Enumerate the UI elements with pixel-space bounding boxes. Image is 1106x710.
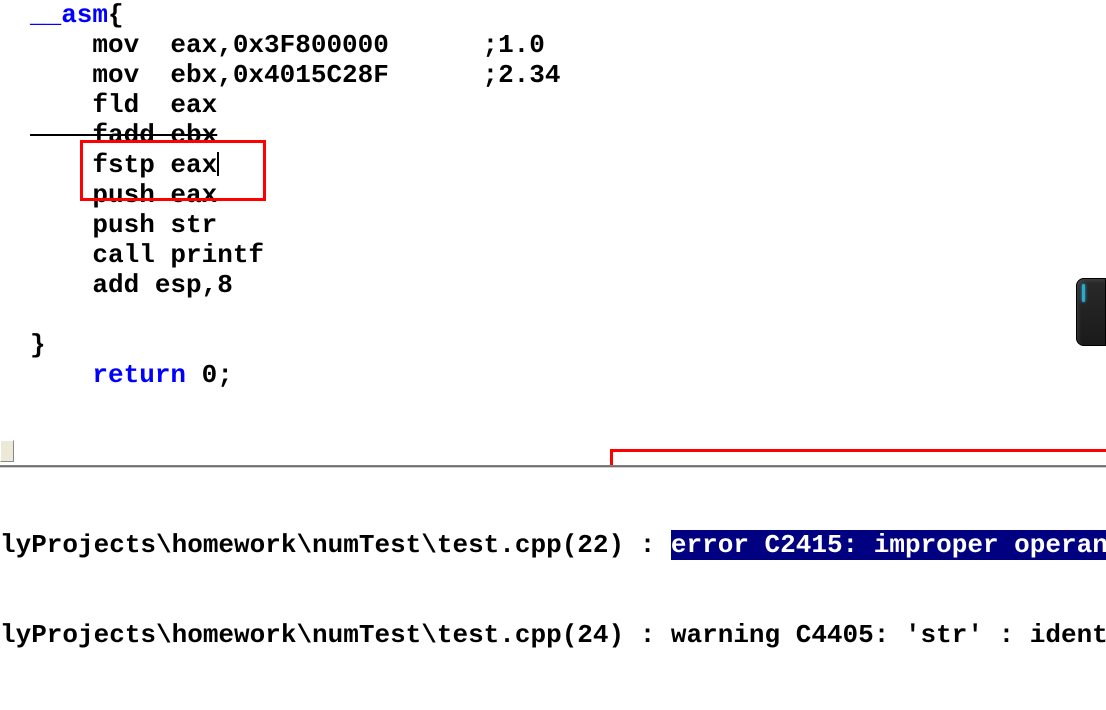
code-token (30, 300, 46, 330)
code-line[interactable]: return 0; (30, 360, 1106, 390)
build-output-panel[interactable]: lyProjects\homework\numTest\test.cpp(22)… (0, 465, 1106, 710)
code-line[interactable]: call printf (30, 240, 1106, 270)
code-line[interactable] (30, 300, 1106, 330)
code-line[interactable]: mov ebx,0x4015C28F ;2.34 (30, 60, 1106, 90)
output-text: lyProjects\homework\numTest\test.cpp(22)… (0, 530, 671, 560)
output-row-error[interactable]: lyProjects\homework\numTest\test.cpp(22)… (0, 530, 1106, 560)
code-line[interactable]: mov eax,0x3F800000 ;1.0 (30, 30, 1106, 60)
code-token: push str (30, 210, 217, 240)
side-widget[interactable] (1076, 278, 1106, 346)
code-token (30, 360, 92, 390)
code-line[interactable]: fstp eax (30, 150, 1106, 180)
code-token: add esp,8 (30, 270, 233, 300)
code-line[interactable]: push eax (30, 180, 1106, 210)
code-token: fstp eax (30, 150, 217, 180)
code-token: __asm (30, 0, 108, 30)
code-line[interactable]: __asm{ (30, 0, 1106, 30)
code-token: fadd ebx (30, 120, 217, 150)
code-token: { (108, 0, 124, 30)
code-line[interactable]: fld eax (30, 90, 1106, 120)
code-token: fld eax (30, 90, 217, 120)
code-token: mov eax,0x3F800000 ;1.0 (30, 30, 545, 60)
code-token: 0; (186, 360, 233, 390)
code-line[interactable]: add esp,8 (30, 270, 1106, 300)
code-token: return (92, 360, 186, 390)
code-token: call printf (30, 240, 264, 270)
output-text-selected: error C2415: improper operand ty (671, 530, 1106, 560)
code-line[interactable]: push str (30, 210, 1106, 240)
code-token: push eax (30, 180, 217, 210)
code-line[interactable]: } (30, 330, 1106, 360)
code-editor[interactable]: __asm{ mov eax,0x3F800000 ;1.0 mov ebx,0… (0, 0, 1106, 390)
code-token: } (30, 330, 46, 360)
code-token: mov ebx,0x4015C28F ;2.34 (30, 60, 561, 90)
code-line[interactable]: fadd ebx (30, 120, 1106, 150)
text-caret (217, 152, 219, 176)
panel-tab-handle[interactable] (0, 440, 14, 462)
output-row-warning[interactable]: lyProjects\homework\numTest\test.cpp(24)… (0, 620, 1106, 650)
output-text: lyProjects\homework\numTest\test.cpp(24)… (0, 620, 1106, 650)
